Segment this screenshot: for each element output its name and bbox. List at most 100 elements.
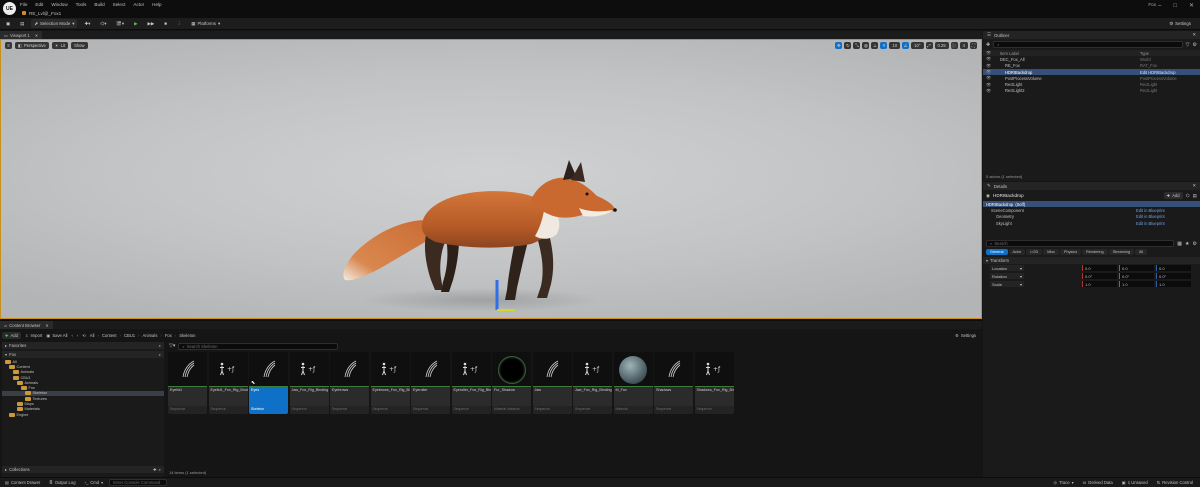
asset-tile[interactable]: Eyelid1 Sequence xyxy=(168,352,207,414)
add-icon[interactable]: ✚ xyxy=(153,467,157,472)
root-folder-header[interactable]: ▾ Fox ⌕ xyxy=(2,351,164,358)
close-icon[interactable]: ✕ xyxy=(45,323,49,328)
tab-viewport[interactable]: ▭ Viewport 1 ✕ xyxy=(0,31,43,39)
transform-value-field[interactable]: 0.0° xyxy=(1082,273,1117,280)
transform-section-header[interactable]: ▾ Transform xyxy=(983,257,1200,265)
perspective-button[interactable]: ◧ Perspective xyxy=(15,42,49,49)
details-filter-tab[interactable]: Rendering xyxy=(1082,249,1108,256)
menu-build[interactable]: Build xyxy=(94,2,104,7)
blueprint-icon[interactable]: ⌬ xyxy=(1186,193,1190,199)
maximize-viewport-icon[interactable]: ⛶ xyxy=(970,42,977,49)
world-local-icon[interactable]: ◍ xyxy=(862,42,870,49)
property-matrix-icon[interactable]: ▦ xyxy=(1177,241,1182,247)
stop-icon[interactable]: ■ xyxy=(161,19,170,28)
details-filter-tab[interactable]: Streaming xyxy=(1108,249,1134,256)
breadcrumb-item[interactable]: Fox xyxy=(165,333,172,338)
asset-tile[interactable]: Eyebrows Sequence xyxy=(330,352,369,414)
eye-icon[interactable]: 👁 xyxy=(986,75,1000,81)
asset-tile[interactable]: +ƒ Shadows_Fox_Rig_BindingSequence xyxy=(694,352,734,414)
close-icon[interactable]: ✕ xyxy=(1192,32,1196,38)
asset-tile[interactable]: +ƒ Jaw_Fox_Rig_Binding Sequence xyxy=(573,352,612,414)
edit-in-blueprint-link[interactable]: Edit in Blueprint xyxy=(1136,208,1165,213)
forward-icon[interactable]: › xyxy=(77,333,78,338)
outliner-row[interactable]: 👁 PostProcessVolume PostProcessVolume xyxy=(983,75,1200,81)
lit-button[interactable]: ☀ Lit xyxy=(51,42,69,49)
derived-data-button[interactable]: ⛁ Derived Data xyxy=(1080,479,1116,487)
transform-value-field[interactable]: 0.0 xyxy=(1119,265,1154,272)
details-filter-tab[interactable]: LOD xyxy=(1026,249,1043,256)
camera-speed-icon[interactable]: 🎥 xyxy=(950,42,958,49)
edit-in-blueprint-link[interactable]: Edit in Blueprint xyxy=(1136,214,1165,219)
asset-tile[interactable]: Shadows Sequence xyxy=(654,352,693,414)
eye-icon[interactable]: 👁 xyxy=(986,82,1000,88)
close-icon[interactable]: ✕ xyxy=(35,33,39,38)
maximize-icon[interactable]: □ xyxy=(1173,3,1177,9)
grid-snap-value[interactable]: 10 xyxy=(889,42,901,49)
search-icon[interactable]: ⌕ xyxy=(159,343,161,348)
minimize-icon[interactable]: – xyxy=(1158,3,1161,9)
asset-tile[interactable]: +ƒ Eyelid1_Fox_Rig_BindingSequence xyxy=(208,352,248,414)
selection-mode-button[interactable]: ⬈ Selection Mode ▾ xyxy=(31,19,78,28)
transform-value-field[interactable]: 1.0 xyxy=(1119,281,1154,288)
grid-snap-icon[interactable]: # xyxy=(880,42,888,49)
breadcrumb-item[interactable]: Animals xyxy=(143,333,158,338)
column-item-label[interactable]: Item Label xyxy=(1000,51,1140,56)
translate-icon[interactable]: ✥ xyxy=(835,42,843,49)
details-filter-tab[interactable]: Actor xyxy=(1008,249,1026,256)
outliner-search-input[interactable]: ⌕ xyxy=(993,41,1183,48)
asset-search-input[interactable]: ⌕ Search Skeleton xyxy=(178,342,339,350)
collections-header[interactable]: ▸ Collections ✚ ⌕ xyxy=(2,466,164,473)
transform-label-dropdown[interactable]: Rotation ▾ xyxy=(990,273,1024,280)
level-viewport[interactable]: ≡ ◧ Perspective ☀ Lit Show ✥ ↻ ⤡ ◍ ⟂ # 1… xyxy=(0,39,982,319)
save-all-button[interactable]: ▣ Save All xyxy=(46,333,67,338)
transform-value-field[interactable]: 0.0 xyxy=(1082,265,1117,272)
edit-in-blueprint-link[interactable]: Edit in Blueprint xyxy=(1136,221,1165,226)
save-icon[interactable]: ▣ xyxy=(3,19,13,28)
transform-label-dropdown[interactable]: Location ▾ xyxy=(990,265,1024,272)
rotation-snap-value[interactable]: 10° xyxy=(911,42,924,49)
menu-edit[interactable]: Edit xyxy=(35,2,43,7)
tab-details[interactable]: ✎ Details ✕ xyxy=(983,182,1200,190)
asset-tile[interactable]: +ƒ Jaw_Fox_Rig_Binding Sequence xyxy=(289,352,329,414)
layout-icon[interactable]: ▤ xyxy=(1193,193,1197,199)
menu-select[interactable]: Select xyxy=(113,2,126,7)
content-drawer-button[interactable]: ▤ Content Drawer xyxy=(2,479,43,487)
close-icon[interactable]: ✕ xyxy=(1189,2,1194,9)
filter-icon[interactable]: ▽▾ xyxy=(169,343,175,349)
add-icon[interactable]: ✚ xyxy=(986,42,990,48)
scale-snap-value[interactable]: 0.25 xyxy=(934,42,949,49)
column-type[interactable]: Type xyxy=(1140,51,1149,56)
cmd-button[interactable]: ›_ Cmd ▾ xyxy=(82,479,107,487)
settings-button[interactable]: ⚙ Settings xyxy=(1166,19,1194,28)
filter-icon[interactable]: ▽ xyxy=(1186,42,1190,48)
breadcrumb-item[interactable]: All xyxy=(90,333,95,338)
details-filter-tab[interactable]: All xyxy=(1134,249,1148,256)
menu-file[interactable]: File xyxy=(20,2,27,7)
revision-control-button[interactable]: ⇅ Revision Control xyxy=(1154,479,1196,487)
tab-content-browser[interactable]: ▱ Content Browser ✕ xyxy=(0,321,53,329)
platforms-button[interactable]: ▦ Platforms ▾ xyxy=(188,19,223,28)
asset-tile[interactable]: +ƒ Eyebrows_Fox_Rig_BindingSequence xyxy=(370,352,410,414)
rotate-icon[interactable]: ↻ xyxy=(844,42,852,49)
import-button[interactable]: ⇩ Import xyxy=(25,333,42,338)
show-button[interactable]: Show xyxy=(71,42,88,49)
blueprint-icon[interactable]: ⌬▾ xyxy=(97,19,109,28)
play-icon[interactable]: ▶ xyxy=(131,19,140,28)
cinematics-icon[interactable]: 🎬▾ xyxy=(113,19,127,28)
details-search-input[interactable]: ⌕ Search xyxy=(986,240,1175,248)
add-component-button[interactable]: ✚ Add xyxy=(1163,192,1183,199)
step-icon[interactable]: ▶▶ xyxy=(144,19,157,28)
scale-icon[interactable]: ⤡ xyxy=(853,42,861,49)
eye-icon[interactable]: 👁 xyxy=(986,69,1000,75)
transform-value-field[interactable]: 0.0 xyxy=(1156,265,1191,272)
play-options-icon[interactable]: ⋮ xyxy=(174,19,184,28)
favorites-header[interactable]: ▸ Favorites ⌕ xyxy=(2,342,164,349)
details-filter-tab[interactable]: Physics xyxy=(1060,249,1082,256)
breadcrumb-item[interactable]: Content xyxy=(102,333,117,338)
scale-snap-icon[interactable]: ⤢ xyxy=(925,42,933,49)
menu-tools[interactable]: Tools xyxy=(76,2,87,7)
breadcrumb-item[interactable]: CBU1 xyxy=(124,333,135,338)
asset-tile[interactable]: ⬉ Eyes Skeleton xyxy=(249,352,288,414)
asset-tile[interactable]: Fur_Shadow Material Instance xyxy=(492,352,531,414)
details-filter-tab[interactable]: General xyxy=(986,249,1008,256)
